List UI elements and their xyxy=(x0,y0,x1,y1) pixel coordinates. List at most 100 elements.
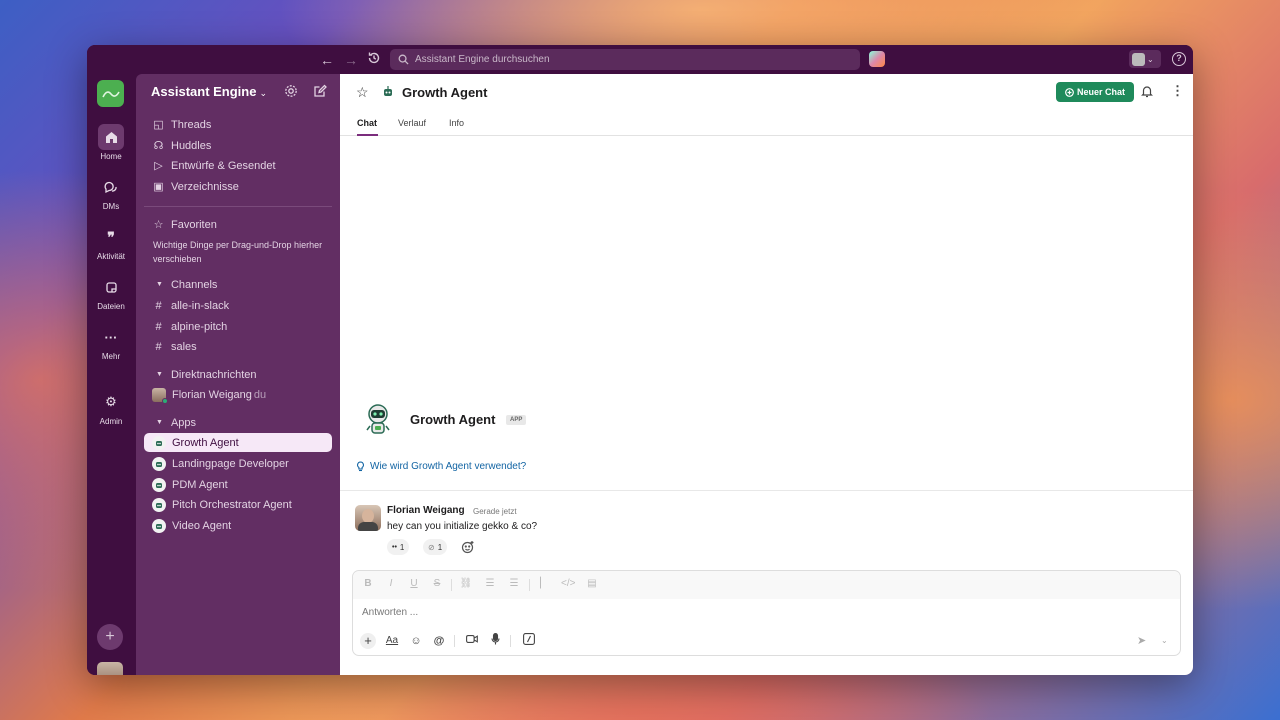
code-icon[interactable]: </> xyxy=(561,578,575,589)
channel-sidebar: Assistant Engine ⌄ ◱ Threads ☊ Huddles ▷ … xyxy=(136,74,340,675)
reaction-eyes[interactable]: •• 1 xyxy=(387,539,410,555)
compose-icon[interactable] xyxy=(313,84,327,98)
rail-files[interactable]: Dateien xyxy=(87,274,135,311)
app-name: Landingpage Developer xyxy=(172,457,289,470)
chevron-down-icon[interactable]: ⌄ xyxy=(1161,636,1168,645)
microphone-icon[interactable] xyxy=(487,633,503,649)
titlebar: ← → Assistant Engine durchsuchen ⌄ ? xyxy=(87,45,1193,74)
sidebar-item-app[interactable]: PDM Agent xyxy=(144,475,332,494)
blockquote-icon[interactable]: ▏ xyxy=(537,578,551,589)
rail-home[interactable]: Home xyxy=(87,124,135,161)
workspace-name[interactable]: Assistant Engine ⌄ xyxy=(151,84,267,99)
link-icon[interactable]: ⛓ xyxy=(459,578,473,589)
sidebar-item-app[interactable]: Landingpage Developer xyxy=(144,454,332,473)
underline-icon[interactable]: U xyxy=(407,578,421,589)
mention-icon[interactable]: @ xyxy=(431,633,447,649)
help-icon[interactable]: ? xyxy=(1172,52,1186,66)
message-composer: B I U S ⛓ ☰ ☰ ▏ </> ▤ Antworten ... + Aa… xyxy=(352,570,1181,656)
sidebar-item-threads[interactable]: ◱ Threads xyxy=(144,115,332,134)
rail-files-label: Dateien xyxy=(97,302,125,311)
sidebar-item-app-growth-agent[interactable]: Growth Agent xyxy=(144,433,332,452)
bell-icon[interactable] xyxy=(1140,84,1154,98)
more-vertical-icon[interactable]: ⋮ xyxy=(1171,83,1184,99)
send-icon[interactable]: ➤ xyxy=(1137,634,1146,647)
tab-chat[interactable]: Chat xyxy=(357,118,377,128)
tab-history[interactable]: Verlauf xyxy=(398,118,426,128)
plus-icon[interactable]: + xyxy=(360,633,376,649)
usage-hint-link[interactable]: Wie wird Growth Agent verwendet? xyxy=(356,461,526,472)
caret-down-icon: ▼ xyxy=(156,419,163,426)
new-chat-button[interactable]: Neuer Chat xyxy=(1056,82,1134,102)
add-reaction-icon[interactable] xyxy=(461,540,475,554)
channels-section-header[interactable]: ▼ Channels xyxy=(144,275,332,294)
forward-arrow-icon[interactable]: → xyxy=(342,51,360,69)
profile-switcher[interactable]: ⌄ xyxy=(1129,50,1161,68)
workspace-logo[interactable] xyxy=(97,80,124,107)
code-block-icon[interactable]: ▤ xyxy=(585,578,599,589)
rail-dms[interactable]: DMs xyxy=(87,174,135,211)
sidebar-item-huddles[interactable]: ☊ Huddles xyxy=(144,136,332,155)
search-bar[interactable]: Assistant Engine durchsuchen xyxy=(390,49,860,70)
video-icon[interactable] xyxy=(464,633,480,649)
star-icon[interactable]: ☆ xyxy=(356,84,369,101)
sidebar-item-drafts[interactable]: ▷ Entwürfe & Gesendet xyxy=(144,156,332,175)
apps-section-header[interactable]: ▼ Apps xyxy=(144,413,332,432)
sidebar-item-channel[interactable]: # sales xyxy=(144,337,332,356)
ordered-list-icon[interactable]: ☰ xyxy=(483,578,497,589)
sidebar-item-directories[interactable]: ▣ Verzeichnisse xyxy=(144,177,332,196)
rail-dms-label: DMs xyxy=(102,202,120,211)
channels-label: Channels xyxy=(170,278,218,291)
sidebar-item-app[interactable]: Video Agent xyxy=(144,516,332,535)
send-icon: ▷ xyxy=(154,160,163,172)
sidebar-item-label: Verzeichnisse xyxy=(171,180,239,193)
bot-name[interactable]: Growth Agent xyxy=(410,412,495,427)
slash-command-icon[interactable] xyxy=(521,633,537,649)
dm-section-header[interactable]: ▼ Direktnachrichten xyxy=(144,365,332,384)
sidebar-item-dm[interactable]: Florian Weigang du xyxy=(144,385,332,404)
profile-avatar xyxy=(1132,52,1145,66)
rail-admin[interactable]: ⚙ Admin xyxy=(87,389,135,426)
sidebar-item-channel[interactable]: # alle-in-slack xyxy=(144,296,332,315)
sidebar-item-channel[interactable]: # alpine-pitch xyxy=(144,317,332,336)
robot-icon xyxy=(152,435,166,450)
chevron-down-icon: ⌄ xyxy=(1147,54,1154,64)
sidebar-item-app[interactable]: Pitch Orchestrator Agent xyxy=(144,495,332,514)
emoji-icon[interactable]: ☺ xyxy=(408,633,424,649)
apps-label: Apps xyxy=(170,416,197,429)
bold-icon[interactable]: B xyxy=(361,578,375,589)
active-tab-indicator xyxy=(357,134,378,136)
sidebar-favorites[interactable]: ☆ Favoriten xyxy=(144,215,332,234)
reaction-status[interactable]: ⊘ 1 xyxy=(423,539,448,555)
message-text: hey can you initialize gekko & co? xyxy=(387,521,538,532)
strikethrough-icon[interactable]: S xyxy=(430,578,444,589)
rail-activity-label: Aktivität xyxy=(96,252,125,261)
channel-header: ☆ Growth Agent Neuer Chat ⋮ Chat Verlauf… xyxy=(340,74,1193,136)
message-author[interactable]: Florian Weigang xyxy=(387,505,465,516)
hash-icon: # xyxy=(155,340,162,353)
avatar[interactable] xyxy=(355,505,381,531)
settings-icon[interactable] xyxy=(284,84,298,98)
toolbar-divider xyxy=(451,579,452,591)
search-placeholder: Assistant Engine durchsuchen xyxy=(415,54,550,65)
message-input[interactable]: Antworten ... xyxy=(362,607,418,618)
sidebar-item-label: Threads xyxy=(171,118,212,131)
add-workspace-button[interactable]: + xyxy=(97,624,123,650)
text-format-icon[interactable]: Aa xyxy=(384,633,400,649)
search-icon xyxy=(398,54,409,65)
rail-activity[interactable]: ❞ Aktivität xyxy=(87,224,135,262)
sidebar-item-label: Huddles xyxy=(171,139,212,152)
italic-icon[interactable]: I xyxy=(384,578,398,589)
lightbulb-icon xyxy=(357,461,364,472)
back-arrow-icon[interactable]: ← xyxy=(318,51,336,69)
eyes-emoji-icon: •• xyxy=(392,543,397,551)
message-timestamp[interactable]: Gerade jetzt xyxy=(473,507,517,516)
rail-more[interactable]: ··· Mehr xyxy=(87,324,135,362)
agent-avatar-icon[interactable] xyxy=(869,51,885,67)
history-icon[interactable] xyxy=(365,51,383,69)
tab-info[interactable]: Info xyxy=(449,118,464,128)
gear-icon: ⚙ xyxy=(105,394,117,409)
user-avatar[interactable] xyxy=(97,662,123,675)
bulleted-list-icon[interactable]: ☰ xyxy=(507,578,521,589)
app-name: Growth Agent xyxy=(172,436,239,449)
home-icon xyxy=(98,124,124,150)
